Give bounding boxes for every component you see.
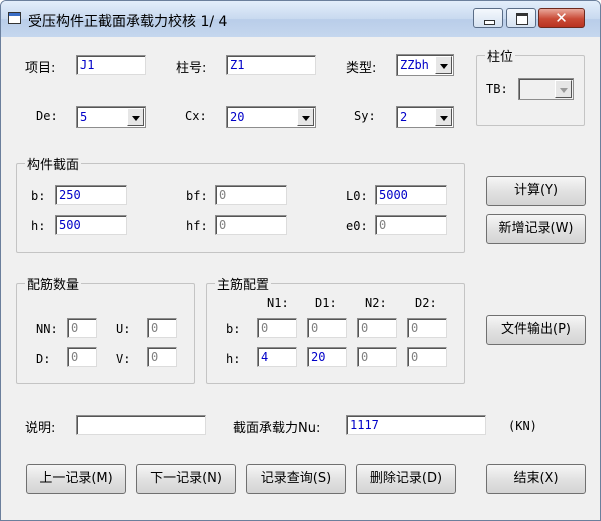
sy-select-value: 2 bbox=[400, 110, 408, 124]
prev-record-button[interactable]: 上一记录(M) bbox=[26, 464, 126, 494]
main-rebar-title: 主筋配置 bbox=[215, 274, 272, 293]
b-label: b: bbox=[31, 189, 46, 203]
d-label: D: bbox=[36, 352, 51, 366]
app-window-icon bbox=[8, 12, 21, 24]
u-input[interactable]: 0 bbox=[147, 318, 177, 338]
title-bar[interactable]: 受压构件正截面承载力校核 1/ 4 ✕ bbox=[1, 1, 600, 37]
close-button[interactable]: ✕ bbox=[538, 8, 585, 28]
d2-header: D2: bbox=[415, 296, 437, 310]
row-h-d1-input[interactable]: 20 bbox=[307, 347, 347, 367]
capacity-value[interactable]: 1117 bbox=[346, 415, 486, 435]
file-output-button[interactable]: 文件输出(P) bbox=[486, 315, 586, 345]
u-label: U: bbox=[116, 322, 131, 336]
n2-header: N2: bbox=[365, 296, 387, 310]
h-input[interactable]: 500 bbox=[55, 215, 127, 235]
tb-label: TB: bbox=[486, 82, 508, 96]
b-input[interactable]: 250 bbox=[55, 185, 127, 205]
project-label: 项目: bbox=[25, 61, 56, 76]
maximize-button[interactable] bbox=[506, 8, 536, 28]
cx-select-value: 20 bbox=[230, 110, 245, 124]
hf-input[interactable]: 0 bbox=[215, 215, 287, 235]
calculate-button[interactable]: 计算(Y) bbox=[486, 176, 586, 206]
add-record-button[interactable]: 新增记录(W) bbox=[486, 214, 586, 244]
chevron-down-icon[interactable] bbox=[555, 80, 572, 98]
section-title: 构件截面 bbox=[25, 154, 82, 173]
query-record-button[interactable]: 记录查询(S) bbox=[246, 464, 346, 494]
row-b-n2-input[interactable]: 0 bbox=[357, 318, 397, 338]
row-h-d2-input[interactable]: 0 bbox=[407, 347, 447, 367]
note-label: 说明: bbox=[25, 421, 56, 436]
minimize-button[interactable] bbox=[473, 8, 503, 28]
sy-label: Sy: bbox=[354, 109, 376, 123]
row-b-label: b: bbox=[226, 322, 241, 336]
type-select[interactable]: ZZbh bbox=[396, 54, 454, 76]
row-h-n2-input[interactable]: 0 bbox=[357, 347, 397, 367]
de-select[interactable]: 5 bbox=[76, 106, 146, 128]
bf-label: bf: bbox=[186, 189, 208, 203]
de-select-value: 5 bbox=[80, 110, 88, 124]
delete-record-button[interactable]: 删除记录(D) bbox=[356, 464, 456, 494]
v-label: V: bbox=[116, 352, 131, 366]
row-b-d2-input[interactable]: 0 bbox=[407, 318, 447, 338]
nn-input[interactable]: 0 bbox=[67, 318, 97, 338]
chevron-down-icon[interactable] bbox=[127, 108, 144, 126]
main-rebar-group: 主筋配置 N1: D1: N2: D2: b: 0 0 0 0 h: 4 20 … bbox=[206, 274, 465, 384]
d-input[interactable]: 0 bbox=[67, 347, 97, 367]
maximize-icon bbox=[516, 13, 528, 25]
hf-label: hf: bbox=[186, 219, 208, 233]
chevron-down-icon[interactable] bbox=[435, 56, 452, 74]
close-icon: ✕ bbox=[555, 9, 568, 27]
l0-input[interactable]: 5000 bbox=[375, 185, 447, 205]
bf-input[interactable]: 0 bbox=[215, 185, 287, 205]
d1-header: D1: bbox=[315, 296, 337, 310]
e0-input[interactable]: 0 bbox=[375, 215, 447, 235]
tb-select[interactable] bbox=[518, 78, 574, 100]
column-number-label: 柱号: bbox=[176, 61, 207, 76]
nn-label: NN: bbox=[36, 322, 58, 336]
de-label: De: bbox=[36, 109, 58, 123]
sy-select[interactable]: 2 bbox=[396, 106, 454, 128]
row-h-label: h: bbox=[226, 352, 241, 366]
note-input[interactable] bbox=[76, 415, 206, 435]
capacity-label: 截面承载力Nu: bbox=[233, 421, 321, 436]
n1-header: N1: bbox=[267, 296, 289, 310]
row-h-n1-input[interactable]: 4 bbox=[257, 347, 297, 367]
row-b-d1-input[interactable]: 0 bbox=[307, 318, 347, 338]
type-label: 类型: bbox=[346, 61, 377, 76]
e0-label: e0: bbox=[346, 219, 368, 233]
rebar-quantity-group: 配筋数量 NN: 0 U: 0 D: 0 V: 0 bbox=[16, 274, 195, 384]
finish-button[interactable]: 结束(X) bbox=[486, 464, 586, 494]
rebar-quantity-title: 配筋数量 bbox=[25, 274, 82, 293]
h-label: h: bbox=[31, 219, 46, 233]
row-b-n1-input[interactable]: 0 bbox=[257, 318, 297, 338]
column-position-group: 柱位 TB: bbox=[476, 46, 585, 126]
next-record-button[interactable]: 下一记录(N) bbox=[136, 464, 236, 494]
capacity-unit: (KN) bbox=[508, 419, 537, 433]
minimize-icon bbox=[484, 20, 495, 25]
chevron-down-icon[interactable] bbox=[297, 108, 314, 126]
section-group: 构件截面 b: 250 h: 500 bf: 0 hf: 0 L0: 5000 … bbox=[16, 154, 465, 253]
type-select-value: ZZbh bbox=[400, 58, 429, 72]
dialog-window: 受压构件正截面承载力校核 1/ 4 ✕ 项目: J1 柱号: Z1 类型: ZZ… bbox=[0, 0, 601, 521]
project-input[interactable]: J1 bbox=[76, 55, 146, 75]
l0-label: L0: bbox=[346, 189, 368, 203]
cx-select[interactable]: 20 bbox=[226, 106, 316, 128]
cx-label: Cx: bbox=[185, 109, 207, 123]
column-position-title: 柱位 bbox=[485, 46, 516, 65]
window-title: 受压构件正截面承载力校核 1/ 4 bbox=[28, 14, 228, 30]
column-number-input[interactable]: Z1 bbox=[226, 55, 316, 75]
v-input[interactable]: 0 bbox=[147, 347, 177, 367]
chevron-down-icon[interactable] bbox=[435, 108, 452, 126]
